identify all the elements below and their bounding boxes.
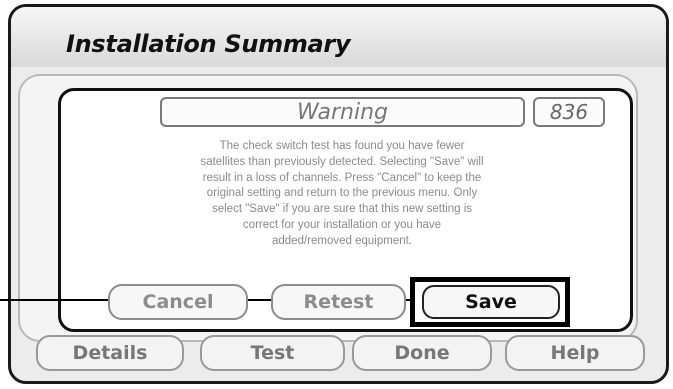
cancel-button[interactable]: Cancel: [108, 284, 248, 320]
retest-button[interactable]: Retest: [271, 284, 406, 320]
message-line: select "Save" if you are sure that this …: [211, 203, 472, 216]
title-bar: Installation Summary: [11, 7, 666, 67]
save-button[interactable]: Save: [422, 285, 560, 319]
details-button[interactable]: Details: [36, 335, 184, 371]
message-line: correct for your installation or you hav…: [242, 218, 442, 231]
message-line: result in a loss of channels. Press "Can…: [202, 171, 482, 184]
message-line: added/removed equipment.: [271, 234, 412, 247]
page-title: Installation Summary: [66, 30, 351, 58]
done-button[interactable]: Done: [352, 335, 492, 371]
warning-header: Warning: [160, 97, 525, 127]
message-line: satellites than previously detected. Sel…: [200, 155, 484, 168]
warning-header-label: Warning: [296, 99, 389, 125]
test-button[interactable]: Test: [200, 335, 345, 371]
message-line: The check switch test has found you have…: [219, 140, 465, 152]
help-button[interactable]: Help: [505, 335, 645, 371]
warning-message: The check switch test has found you have…: [132, 139, 552, 250]
message-line: original setting and return to the previ…: [206, 187, 478, 200]
warning-code-badge: 836: [533, 97, 605, 127]
warning-code-label: 836: [549, 100, 589, 124]
